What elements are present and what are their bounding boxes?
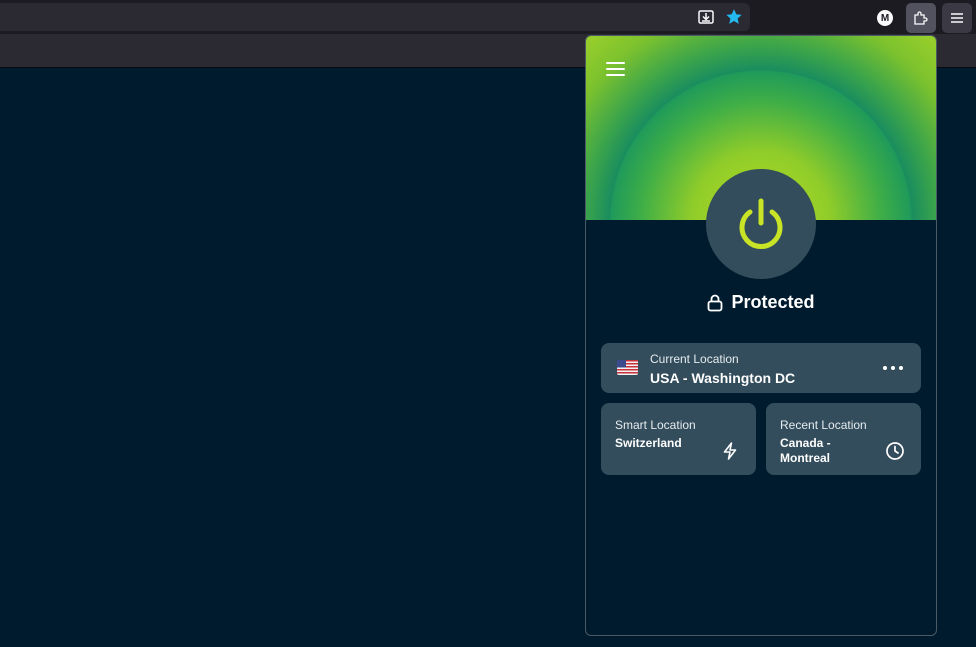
clock-icon <box>885 441 905 461</box>
current-location-value: USA - Washington DC <box>650 370 796 386</box>
address-bar[interactable] <box>0 3 750 31</box>
current-location-label: Current Location <box>650 352 739 366</box>
vpn-popup: Protected Current Location USA - Washing… <box>585 35 937 636</box>
download-icon[interactable] <box>696 7 716 27</box>
status-text: Protected <box>731 292 815 312</box>
lightning-icon <box>720 441 740 461</box>
app-menu-button[interactable] <box>942 3 972 33</box>
profile-avatar[interactable]: M <box>870 3 900 33</box>
recent-location-line1: Canada - <box>780 436 831 450</box>
menu-line <box>606 68 625 70</box>
puzzle-icon <box>914 11 928 25</box>
lock-icon <box>708 294 723 311</box>
power-icon <box>739 198 783 249</box>
extensions-button[interactable] <box>906 3 936 33</box>
smart-location-card[interactable]: Smart Location Switzerland <box>601 403 756 475</box>
more-options-icon[interactable] <box>883 361 905 375</box>
smart-location-value: Switzerland <box>615 436 682 450</box>
recent-location-value: Canada - Montreal <box>780 436 831 466</box>
recent-location-label: Recent Location <box>780 418 867 432</box>
us-flag-icon <box>617 360 638 375</box>
smart-location-label: Smart Location <box>615 418 696 432</box>
recent-location-line2: Montreal <box>780 451 831 465</box>
browser-toolbar: M <box>0 0 976 34</box>
recent-location-card[interactable]: Recent Location Canada - Montreal <box>766 403 921 475</box>
connection-status: Protected <box>586 292 936 313</box>
menu-line <box>606 62 625 64</box>
current-location-card[interactable]: Current Location USA - Washington DC <box>601 343 921 393</box>
connect-power-button[interactable] <box>706 169 816 279</box>
profile-initial: M <box>877 10 893 26</box>
bookmark-star-icon[interactable] <box>724 7 744 27</box>
menu-button[interactable] <box>606 58 630 80</box>
menu-line <box>606 74 625 76</box>
hamburger-icon <box>951 13 963 23</box>
